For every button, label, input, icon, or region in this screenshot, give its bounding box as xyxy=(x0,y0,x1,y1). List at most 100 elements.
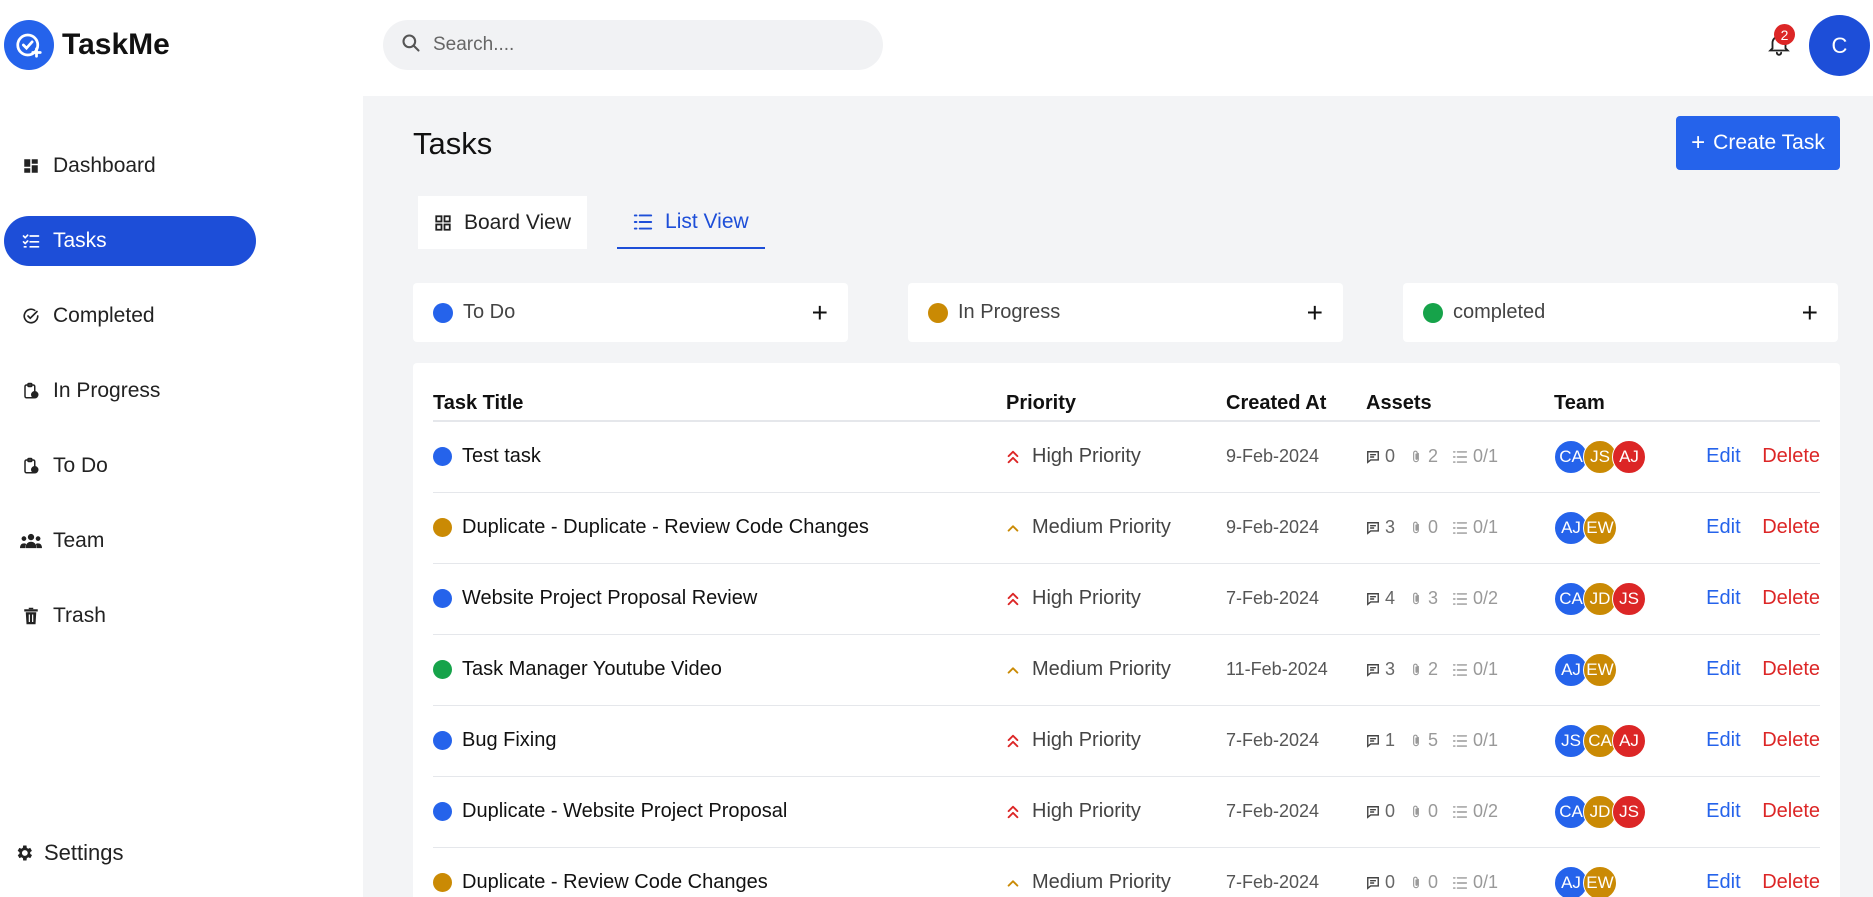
create-task-button[interactable]: + Create Task xyxy=(1676,116,1840,170)
delete-button[interactable]: Delete xyxy=(1762,800,1820,822)
logo-icon xyxy=(4,20,54,70)
table-row[interactable]: Bug Fixing High Priority 7-Feb-2024 1 5 xyxy=(433,705,1820,777)
main-content: Tasks + Create Task Board View List View xyxy=(363,96,1873,897)
sidebar-item-trash[interactable]: Trash xyxy=(4,591,256,641)
view-tabs: Board View List View xyxy=(418,196,795,249)
task-title[interactable]: Bug Fixing xyxy=(462,729,557,752)
table-header-row: Task Title Priority Created At Assets Te… xyxy=(433,363,1820,422)
tab-board-view[interactable]: Board View xyxy=(418,196,588,249)
comment-count-value: 1 xyxy=(1385,730,1396,750)
team-member-avatar[interactable]: AJ xyxy=(1612,439,1646,474)
priority-label: Medium Priority xyxy=(1032,516,1171,538)
list-icon xyxy=(1452,805,1468,818)
comment-count: 0 xyxy=(1366,801,1395,822)
list-icon xyxy=(1452,450,1468,463)
tab-list-view[interactable]: List View xyxy=(617,196,765,249)
sidebar-item-in-progress[interactable]: In Progress xyxy=(4,366,256,416)
sidebar-item-to-do[interactable]: To Do xyxy=(4,441,256,491)
edit-button[interactable]: Edit xyxy=(1706,800,1740,822)
app-root: TaskMe Dashboard Tasks Completed In Prog… xyxy=(0,0,1873,897)
column-header[interactable]: Created At xyxy=(1226,363,1366,422)
table-row[interactable]: Test task High Priority 9-Feb-2024 0 2 0… xyxy=(433,421,1820,493)
edit-button[interactable]: Edit xyxy=(1706,871,1740,893)
task-table-card: Task Title Priority Created At Assets Te… xyxy=(413,363,1840,897)
trash-icon xyxy=(20,605,42,627)
stage-label: completed xyxy=(1453,301,1546,323)
task-stage-dot xyxy=(433,660,452,679)
column-header[interactable]: Priority xyxy=(1006,363,1226,422)
task-title[interactable]: Test task xyxy=(462,445,541,468)
sidebar-item-team[interactable]: Team xyxy=(4,516,256,566)
task-stage-dot xyxy=(433,589,452,608)
stage-header-to-do: To Do + xyxy=(413,283,848,342)
table-row[interactable]: Duplicate - Website Project Proposal Hig… xyxy=(433,776,1820,848)
column-header[interactable]: Assets xyxy=(1366,363,1554,422)
edit-button[interactable]: Edit xyxy=(1706,729,1740,751)
table-row[interactable]: Duplicate - Review Code Changes Medium P… xyxy=(433,847,1820,897)
attachment-count-value: 2 xyxy=(1428,659,1439,679)
search-bar xyxy=(383,20,883,70)
settings-label: Settings xyxy=(44,840,124,865)
subtask-count-value: 0/1 xyxy=(1473,659,1499,679)
task-title[interactable]: Duplicate - Website Project Proposal xyxy=(462,800,787,823)
edit-button[interactable]: Edit xyxy=(1706,445,1740,467)
add-task-icon[interactable]: + xyxy=(1802,298,1818,327)
subtask-count: 0/1 xyxy=(1452,872,1498,893)
delete-button[interactable]: Delete xyxy=(1762,445,1820,467)
team-member-avatar[interactable]: EW xyxy=(1583,510,1617,545)
comment-count: 1 xyxy=(1366,730,1395,751)
add-task-icon[interactable]: + xyxy=(1307,298,1323,327)
attachment-count-value: 5 xyxy=(1428,730,1439,750)
stage-color-dot xyxy=(928,302,948,323)
priority-label: Medium Priority xyxy=(1032,658,1171,680)
edit-button[interactable]: Edit xyxy=(1706,587,1740,609)
task-table: Task Title Priority Created At Assets Te… xyxy=(433,363,1820,897)
comment-icon xyxy=(1367,450,1379,464)
table-row[interactable]: Task Manager Youtube Video Medium Priori… xyxy=(433,634,1820,706)
comment-count-value: 0 xyxy=(1385,872,1396,892)
search-input[interactable] xyxy=(433,34,833,56)
column-header[interactable]: Team xyxy=(1554,363,1674,422)
column-header[interactable]: Task Title xyxy=(433,363,1006,422)
comment-count: 3 xyxy=(1366,659,1395,680)
task-title[interactable]: Website Project Proposal Review xyxy=(462,587,757,610)
list-icon xyxy=(1452,876,1468,889)
stage-color-dot xyxy=(433,302,453,323)
list-icon xyxy=(1452,521,1468,534)
team-member-avatar[interactable]: JS xyxy=(1612,581,1646,616)
priority-label: Medium Priority xyxy=(1032,871,1171,893)
team-member-avatar[interactable]: JS xyxy=(1612,794,1646,829)
delete-button[interactable]: Delete xyxy=(1762,658,1820,680)
team-member-avatar[interactable]: AJ xyxy=(1612,723,1646,758)
settings-button[interactable]: Settings xyxy=(14,840,124,866)
double-chevron-up-icon xyxy=(1006,804,1022,820)
edit-button[interactable]: Edit xyxy=(1706,516,1740,538)
team-member-avatar[interactable]: EW xyxy=(1583,865,1617,897)
sidebar-item-label: In Progress xyxy=(53,379,161,402)
sidebar: TaskMe Dashboard Tasks Completed In Prog… xyxy=(0,0,363,897)
attachment-count: 0 xyxy=(1409,517,1438,538)
delete-button[interactable]: Delete xyxy=(1762,516,1820,538)
sidebar-item-tasks[interactable]: Tasks xyxy=(4,216,256,266)
edit-button[interactable]: Edit xyxy=(1706,658,1740,680)
team-avatars: CA JS AJ xyxy=(1554,439,1674,474)
task-title[interactable]: Duplicate - Duplicate - Review Code Chan… xyxy=(462,516,869,539)
table-row[interactable]: Duplicate - Duplicate - Review Code Chan… xyxy=(433,492,1820,564)
sidebar-item-dashboard[interactable]: Dashboard xyxy=(4,141,256,191)
comment-icon xyxy=(1367,876,1379,890)
delete-button[interactable]: Delete xyxy=(1762,729,1820,751)
add-task-icon[interactable]: + xyxy=(812,298,828,327)
delete-button[interactable]: Delete xyxy=(1762,587,1820,609)
clipboard-todo-icon xyxy=(20,455,42,477)
comment-count: 4 xyxy=(1366,588,1395,609)
stage-label: In Progress xyxy=(958,301,1061,323)
logo[interactable]: TaskMe xyxy=(4,20,170,70)
team-member-avatar[interactable]: EW xyxy=(1583,652,1617,687)
table-row[interactable]: Website Project Proposal Review High Pri… xyxy=(433,563,1820,635)
paperclip-icon xyxy=(1413,663,1419,675)
delete-button[interactable]: Delete xyxy=(1762,871,1820,893)
sidebar-item-completed[interactable]: Completed xyxy=(4,291,256,341)
task-title[interactable]: Duplicate - Review Code Changes xyxy=(462,871,768,894)
task-title[interactable]: Task Manager Youtube Video xyxy=(462,658,722,681)
user-avatar[interactable]: C xyxy=(1809,15,1870,76)
